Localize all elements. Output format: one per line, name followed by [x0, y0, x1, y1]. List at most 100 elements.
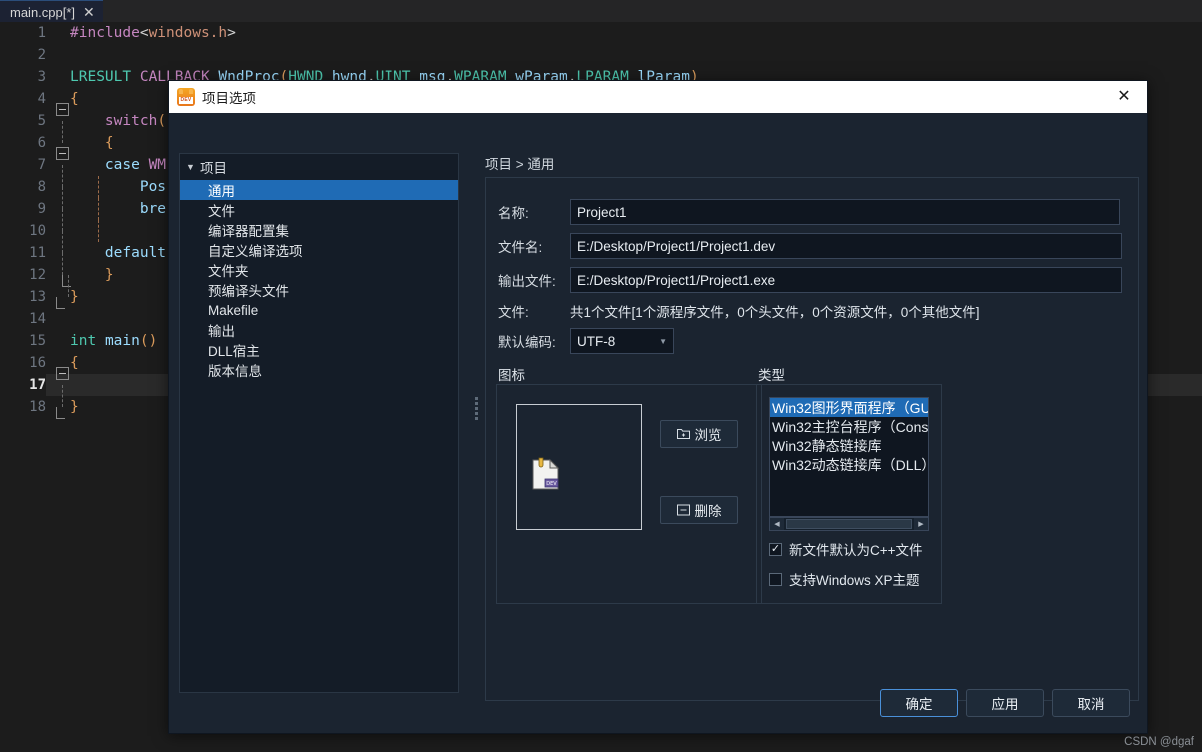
tree-item-makefile[interactable]: Makefile — [180, 300, 458, 320]
dialog-titlebar[interactable]: DEV 项目选项 ✕ — [169, 81, 1147, 113]
line-number: 15 — [29, 333, 46, 349]
tree-item-label: 文件夹 — [208, 264, 249, 279]
tree-item-label: 输出 — [208, 324, 235, 339]
editor-tab-label: main.cpp[*] — [10, 4, 76, 20]
minus-box-icon — [676, 504, 690, 516]
tree-item-precompiled-header[interactable]: 预编译头文件 — [180, 280, 458, 300]
name-label: 名称: — [498, 206, 529, 221]
browse-icon-button-label: 浏览 — [694, 428, 722, 443]
list-item[interactable]: Win32主控台程序（Cons — [770, 417, 928, 436]
type-group-title: 类型 — [758, 368, 785, 383]
tree-item-general[interactable]: 通用 — [180, 180, 458, 200]
line-number: 4 — [37, 91, 46, 107]
project-type-list[interactable]: Win32图形界面程序（GU Win32主控台程序（Cons Win32静态链接… — [769, 397, 929, 517]
icon-preview[interactable]: DEV — [516, 404, 642, 530]
files-summary: 共1个文件[1个源程序文件，0个头文件，0个资源文件，0个其他文件] — [570, 305, 980, 320]
encoding-label: 默认编码: — [498, 335, 556, 350]
line-number: 18 — [29, 399, 46, 415]
encoding-select[interactable]: UTF-8 ▼ — [570, 328, 674, 354]
dialog-title: 项目选项 — [202, 91, 256, 106]
type-group: Win32图形界面程序（GU Win32主控台程序（Cons Win32静态链接… — [756, 384, 942, 604]
chevron-down-icon[interactable]: ▼ — [186, 162, 200, 172]
watermark: CSDN @dgaf — [1124, 736, 1194, 748]
xp-theme-checkbox-row[interactable]: 支持Windows XP主题 — [769, 569, 920, 589]
svg-text:DEV: DEV — [546, 481, 557, 487]
code-line-text: #include<windows.h> — [70, 25, 236, 41]
dev-cpp-icon-badge: DEV — [179, 97, 193, 104]
line-number: 12 — [29, 267, 46, 283]
line-number: 11 — [29, 245, 46, 261]
list-item[interactable]: Win32图形界面程序（GU — [770, 398, 928, 417]
dev-project-file-icon: DEV — [532, 457, 560, 490]
splitter-grip-icon — [474, 396, 478, 420]
tree-item-label: DLL宿主 — [208, 344, 260, 359]
line-number: 8 — [37, 179, 46, 195]
outputfile-label: 输出文件: — [498, 274, 556, 289]
default-cpp-checkbox-label: 新文件默认为C++文件 — [789, 543, 923, 558]
folder-plus-icon — [676, 429, 690, 439]
cancel-button[interactable]: 取消 — [1052, 689, 1130, 717]
breadcrumb: 项目 > 通用 — [485, 157, 555, 172]
tree-item-directories[interactable]: 文件夹 — [180, 260, 458, 280]
tree-item-label: 预编译头文件 — [208, 284, 289, 299]
checkbox-unchecked-icon[interactable] — [769, 572, 782, 586]
apply-button[interactable]: 应用 — [966, 689, 1044, 717]
close-icon[interactable]: ✕ — [1101, 81, 1147, 113]
tree-item-label: Makefile — [208, 302, 259, 318]
triangle-right-icon[interactable]: ▶ — [914, 518, 928, 530]
files-label: 文件: — [498, 305, 529, 320]
tree-item-version-info[interactable]: 版本信息 — [180, 360, 458, 380]
editor-tabbar: main.cpp[*] ✕ — [0, 0, 1202, 23]
line-number-current: 17 — [29, 377, 46, 393]
browse-icon-button[interactable]: 浏览 — [660, 420, 738, 448]
ok-button[interactable]: 确定 — [880, 689, 958, 717]
line-number: 16 — [29, 355, 46, 371]
delete-icon-button-label: 删除 — [694, 504, 722, 519]
dialog-footer: 确定 应用 取消 — [169, 677, 1147, 733]
tree-item-compiler-set[interactable]: 编译器配置集 — [180, 220, 458, 240]
close-icon[interactable]: ✕ — [83, 5, 95, 19]
icon-group-title: 图标 — [498, 368, 525, 383]
project-type-list-hscrollbar[interactable]: ◀ ▶ — [769, 517, 929, 531]
line-number: 10 — [29, 223, 46, 239]
filename-input[interactable]: E:/Desktop/Project1/Project1.dev — [570, 233, 1122, 259]
editor-tab-main-cpp[interactable]: main.cpp[*] ✕ — [0, 0, 103, 23]
tree-item-custom-compile-options[interactable]: 自定义编译选项 — [180, 240, 458, 260]
checkmark-icon: ✓ — [770, 542, 781, 555]
line-number: 9 — [37, 201, 46, 217]
line-number: 7 — [37, 157, 46, 173]
options-tree[interactable]: ▼ 项目 通用 文件 编译器配置集 自定义编译选项 文件夹 预编译头文件 Mak… — [179, 153, 459, 693]
project-options-dialog: DEV 项目选项 ✕ ▼ 项目 通用 文件 编译器配置集 自定义编译选项 文件夹… — [168, 80, 1148, 734]
options-pane: 项目 > 通用 名称: Project1 文件名: E:/Desktop/Pro… — [485, 113, 1147, 733]
line-number: 6 — [37, 135, 46, 151]
dialog-body: ▼ 项目 通用 文件 编译器配置集 自定义编译选项 文件夹 预编译头文件 Mak… — [169, 113, 1147, 733]
panel-splitter[interactable] — [469, 113, 483, 703]
tree-item-label: 自定义编译选项 — [208, 244, 303, 259]
line-number: 2 — [37, 47, 46, 63]
line-number: 1 — [37, 25, 46, 41]
filename-label: 文件名: — [498, 240, 543, 255]
list-item[interactable]: Win32动态链接库（DLL） — [770, 455, 928, 474]
line-number: 13 — [29, 289, 46, 305]
line-number: 3 — [37, 69, 46, 85]
default-cpp-checkbox-row[interactable]: ✓ 新文件默认为C++文件 — [769, 539, 923, 559]
tree-item-output[interactable]: 输出 — [180, 320, 458, 340]
tree-root-label: 项目 — [200, 161, 227, 176]
tree-item-label: 版本信息 — [208, 364, 262, 379]
encoding-select-value: UTF-8 — [577, 333, 616, 349]
scrollbar-thumb[interactable] — [786, 519, 912, 529]
line-number: 14 — [29, 311, 46, 327]
tree-item-dll-host[interactable]: DLL宿主 — [180, 340, 458, 360]
checkbox-checked-icon[interactable]: ✓ — [769, 542, 782, 556]
outputfile-input[interactable]: E:/Desktop/Project1/Project1.exe — [570, 267, 1122, 293]
triangle-left-icon[interactable]: ◀ — [770, 518, 784, 530]
general-form: 名称: Project1 文件名: E:/Desktop/Project1/Pr… — [485, 177, 1139, 701]
tree-item-files[interactable]: 文件 — [180, 200, 458, 220]
delete-icon-button[interactable]: 删除 — [660, 496, 738, 524]
tree-root-project[interactable]: ▼ 项目 — [180, 154, 458, 180]
name-input[interactable]: Project1 — [570, 199, 1120, 225]
tree-item-label: 编译器配置集 — [208, 224, 289, 239]
tree-item-label: 通用 — [208, 184, 235, 199]
screen: main.cpp[*] ✕ 1 #include<windows.h> 2 3 — [0, 0, 1202, 752]
list-item[interactable]: Win32静态链接库 — [770, 436, 928, 455]
